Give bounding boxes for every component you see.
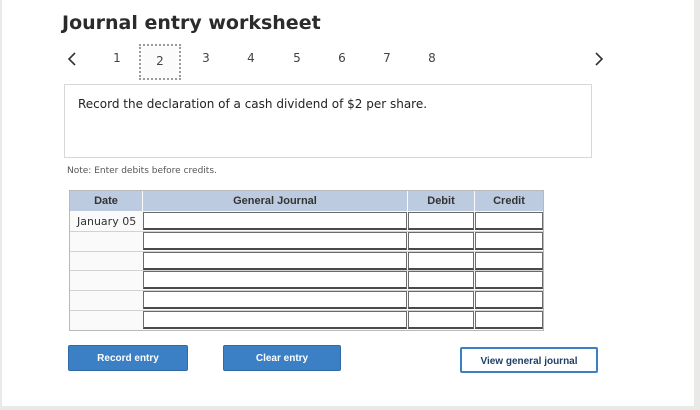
debit-input[interactable] xyxy=(408,212,474,230)
previous-step-button[interactable] xyxy=(64,48,82,70)
general-journal-input[interactable] xyxy=(143,252,407,270)
credit-input[interactable] xyxy=(475,232,543,250)
question-prompt-text: Record the declaration of a cash dividen… xyxy=(78,97,428,111)
general-journal-input[interactable] xyxy=(143,311,407,329)
entry-note: Note: Enter debits before credits. xyxy=(67,166,217,176)
view-general-journal-button[interactable]: View general journal xyxy=(460,347,598,373)
debit-input[interactable] xyxy=(408,291,474,309)
step-2-current[interactable]: 2 xyxy=(139,44,181,80)
debit-input[interactable] xyxy=(408,232,474,250)
general-journal-input[interactable] xyxy=(143,212,407,230)
clear-entry-button[interactable]: Clear entry xyxy=(223,345,341,371)
credit-input[interactable] xyxy=(475,271,543,289)
step-4[interactable]: 4 xyxy=(243,51,259,65)
worksheet-panel: Journal entry worksheet 1 2 3 4 5 6 7 8 … xyxy=(2,0,694,406)
next-step-button[interactable] xyxy=(590,48,608,70)
column-header-debit: Debit xyxy=(408,191,474,211)
credit-input[interactable] xyxy=(475,311,543,329)
chevron-left-icon xyxy=(67,52,76,66)
general-journal-input[interactable] xyxy=(143,291,407,309)
step-1[interactable]: 1 xyxy=(109,51,125,65)
step-5[interactable]: 5 xyxy=(289,51,305,65)
general-journal-input[interactable] xyxy=(143,271,407,289)
step-6[interactable]: 6 xyxy=(334,51,350,65)
page-title: Journal entry worksheet xyxy=(62,12,321,34)
step-7[interactable]: 7 xyxy=(379,51,395,65)
column-header-date: Date xyxy=(70,191,142,211)
chevron-right-icon xyxy=(595,52,604,66)
table-row-date xyxy=(70,271,142,291)
credit-input[interactable] xyxy=(475,291,543,309)
column-header-general-journal: General Journal xyxy=(143,191,407,211)
table-row-date xyxy=(70,291,142,311)
step-3[interactable]: 3 xyxy=(198,51,214,65)
table-row-date xyxy=(70,232,142,252)
journal-entry-table: Date General Journal Debit Credit Januar… xyxy=(69,190,544,331)
credit-input[interactable] xyxy=(475,252,543,270)
record-entry-button[interactable]: Record entry xyxy=(68,345,188,371)
column-header-credit: Credit xyxy=(475,191,543,211)
step-2-label: 2 xyxy=(156,54,164,68)
general-journal-input[interactable] xyxy=(143,232,407,250)
table-row-date xyxy=(70,311,142,331)
debit-input[interactable] xyxy=(408,271,474,289)
step-8[interactable]: 8 xyxy=(424,51,440,65)
debit-input[interactable] xyxy=(408,252,474,270)
question-prompt-box: Record the declaration of a cash dividen… xyxy=(64,84,592,158)
table-row-date xyxy=(70,252,142,272)
credit-input[interactable] xyxy=(475,212,543,230)
debit-input[interactable] xyxy=(408,311,474,329)
table-row-date: January 05 xyxy=(77,215,137,228)
